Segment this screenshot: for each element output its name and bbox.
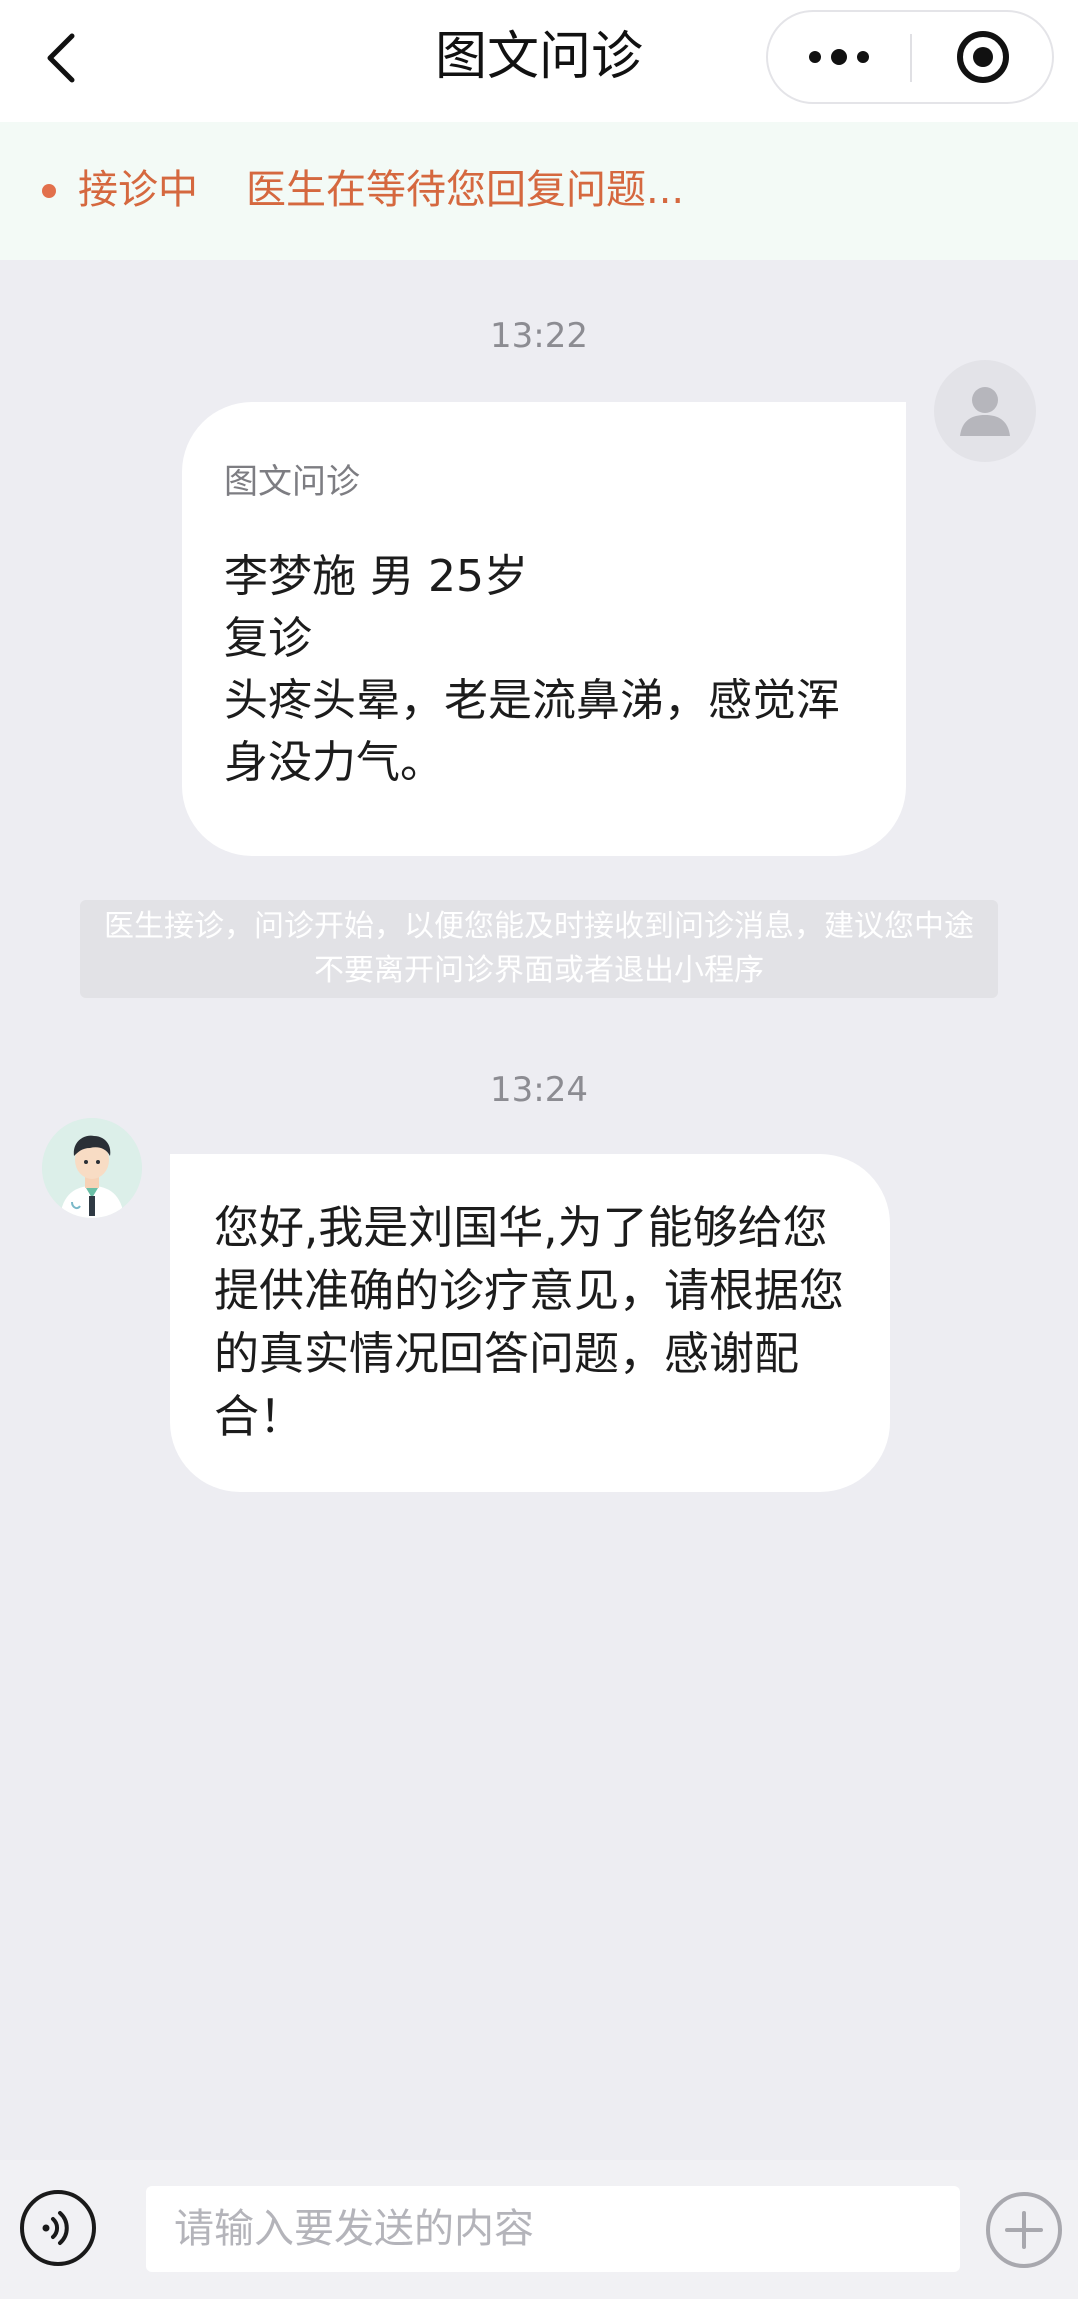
message-timestamp: 13:22 bbox=[490, 316, 588, 356]
status-dot-icon bbox=[42, 184, 56, 198]
patient-info-line: 李梦施 男 25岁 bbox=[224, 551, 528, 602]
doctor-avatar-icon bbox=[42, 1118, 142, 1218]
more-dots-icon bbox=[809, 49, 869, 65]
user-avatar[interactable] bbox=[934, 360, 1036, 462]
header-bar: 图文问诊 bbox=[0, 0, 1078, 122]
voice-input-button[interactable] bbox=[20, 2190, 96, 2266]
close-mini-program-button[interactable] bbox=[912, 12, 1054, 102]
target-circle-icon bbox=[957, 31, 1009, 83]
more-button[interactable] bbox=[768, 12, 910, 102]
user-message-bubble[interactable]: 图文问诊 李梦施 男 25岁 复诊 头疼头晕，老是流鼻涕，感觉浑身没力气。 bbox=[182, 402, 906, 856]
doctor-avatar[interactable] bbox=[42, 1118, 142, 1218]
plus-circle-icon bbox=[1005, 2211, 1043, 2249]
message-text: 李梦施 男 25岁 复诊 头疼头晕，老是流鼻涕，感觉浑身没力气。 bbox=[224, 546, 864, 794]
status-message: 医生在等待您回复问题... bbox=[246, 167, 685, 213]
system-notice: 医生接诊，问诊开始，以便您能及时接收到问诊消息，建议您中途不要离开问诊界面或者退… bbox=[80, 900, 998, 998]
doctor-message-bubble[interactable]: 您好,我是刘国华,为了能够给您提供准确的诊疗意见，请根据您的真实情况回答问题，感… bbox=[170, 1154, 890, 1492]
status-label: 接诊中 bbox=[78, 167, 198, 213]
chat-page: 图文问诊 接诊中 医生在等待您回复问题... 13:22 图文问诊 李梦施 男 … bbox=[0, 0, 1078, 2299]
mini-program-capsule bbox=[766, 10, 1054, 104]
message-timestamp: 13:24 bbox=[490, 1070, 588, 1110]
person-icon bbox=[960, 387, 1010, 436]
card-label: 图文问诊 bbox=[224, 462, 360, 502]
symptom-line: 头疼头晕，老是流鼻涕，感觉浑身没力气。 bbox=[224, 675, 840, 788]
voice-icon bbox=[42, 2211, 69, 2245]
message-text: 您好,我是刘国华,为了能够给您提供准确的诊疗意见，请根据您的真实情况回答问题，感… bbox=[214, 1201, 845, 1443]
visit-type-line: 复诊 bbox=[224, 613, 312, 664]
add-attachment-button[interactable] bbox=[986, 2192, 1062, 2268]
message-input[interactable] bbox=[146, 2186, 960, 2272]
